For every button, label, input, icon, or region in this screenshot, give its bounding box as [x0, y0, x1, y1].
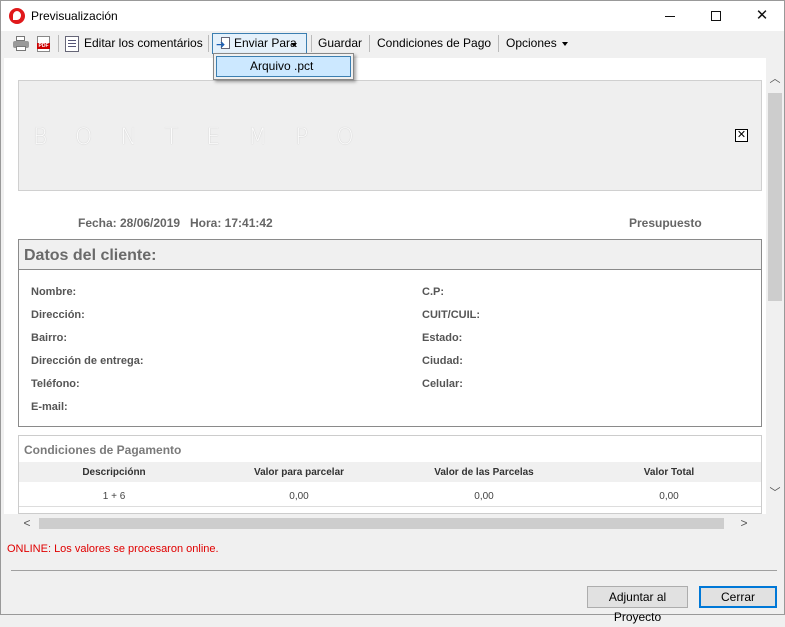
horizontal-scroll-thumb[interactable]: [39, 518, 724, 529]
send-to-label: Enviar Para: [234, 36, 297, 50]
vertical-scrollbar[interactable]: ︿ ﹀: [766, 71, 784, 514]
document-time: Hora: 17:41:42: [190, 216, 273, 230]
field-neighborhood-label: Bairro:: [31, 332, 68, 344]
row-divider: [19, 506, 761, 507]
field-name-label: Nombre:: [31, 286, 77, 298]
field-tax-id-label: CUIT/CUIL:: [422, 309, 481, 321]
table-cell: 0,00: [289, 491, 309, 502]
field-state-label: Estado:: [422, 332, 463, 344]
toolbar-separator: [369, 35, 370, 52]
title-bar: Previsualización ✕: [1, 1, 784, 31]
client-data-section: Datos del cliente: Nombre: Dirección: Ba…: [18, 239, 762, 427]
close-button[interactable]: Cerrar: [699, 586, 777, 608]
field-address-label: Dirección:: [31, 309, 85, 321]
client-section-title: Datos del cliente:: [24, 247, 157, 264]
document-type: Presupuesto: [629, 216, 702, 230]
toolbar-separator: [208, 35, 209, 52]
scroll-right-icon[interactable]: >: [735, 514, 753, 533]
toolbar: PDF Editar los comentários ➔ Enviar Para…: [1, 31, 784, 56]
minimize-button[interactable]: [647, 1, 693, 31]
horizontal-scrollbar[interactable]: < >: [18, 514, 764, 533]
edit-comments-icon: [65, 36, 79, 52]
payment-conditions-title: Condiciones de Pagamento: [24, 443, 182, 457]
payment-conditions-section: Condiciones de Pagamento Descripciónn Va…: [18, 435, 762, 514]
document-date: Fecha: 28/06/2019: [78, 216, 181, 230]
chevron-down-icon: [291, 43, 297, 47]
maximize-button[interactable]: [693, 1, 739, 31]
column-header: Valor Total: [643, 467, 695, 478]
send-to-menu: Arquivo .pct: [213, 53, 354, 80]
save-button[interactable]: Guardar: [318, 35, 362, 52]
menu-item-pct-file[interactable]: Arquivo .pct: [216, 56, 351, 77]
preview-window: Previsualización ✕ PDF Editar los coment…: [0, 0, 785, 624]
scroll-down-icon[interactable]: ﹀: [766, 485, 784, 502]
field-mobile-label: Celular:: [422, 378, 463, 390]
close-box-icon[interactable]: ✕: [735, 129, 748, 142]
attach-to-project-button[interactable]: Adjuntar al Proyecto: [587, 586, 688, 624]
table-cell: 1 + 6: [102, 491, 126, 502]
printer-icon[interactable]: [13, 36, 29, 51]
column-header: Valor para parcelar: [253, 467, 345, 478]
edit-comments-button[interactable]: Editar los comentários: [84, 35, 203, 52]
field-phone-label: Teléfono:: [31, 378, 80, 390]
toolbar-separator: [498, 35, 499, 52]
client-section-header: Datos del cliente:: [19, 240, 761, 270]
payment-conditions-button[interactable]: Condiciones de Pago: [377, 35, 491, 52]
company-logo: BONTEMPO: [33, 125, 382, 150]
minimize-icon: [665, 16, 675, 17]
window-title: Previsualización: [31, 9, 118, 23]
column-header: Descripciónn: [82, 467, 146, 478]
status-message: ONLINE: Los valores se procesaron online…: [7, 543, 219, 555]
column-header: Valor de las Parcelas: [434, 467, 534, 478]
payment-conditions-header-row: Descripciónn Valor para parcelar Valor d…: [19, 462, 761, 482]
options-menu-button[interactable]: Opciones: [506, 35, 568, 52]
window-close-button[interactable]: ✕: [739, 1, 785, 31]
options-label: Opciones: [506, 36, 557, 50]
scroll-up-icon[interactable]: ︿: [766, 71, 784, 88]
document-header-band: BONTEMPO ✕: [18, 80, 762, 191]
pdf-icon[interactable]: PDF: [37, 36, 50, 52]
document-preview: BONTEMPO ✕ Fecha: 28/06/2019 Hora: 17:41…: [4, 58, 766, 514]
field-city-label: Ciudad:: [422, 355, 463, 367]
close-icon: ✕: [755, 7, 769, 24]
table-cell: 0,00: [659, 491, 679, 502]
toolbar-separator: [311, 35, 312, 52]
field-email-label: E-mail:: [31, 401, 68, 413]
field-delivery-address-label: Dirección de entrega:: [31, 355, 144, 367]
chevron-down-icon: [561, 41, 568, 46]
toolbar-separator: [58, 35, 59, 52]
table-cell: 0,00: [474, 491, 494, 502]
footer-divider: [11, 570, 777, 571]
send-to-button[interactable]: ➔ Enviar Para: [212, 33, 307, 54]
app-icon: [9, 8, 25, 24]
send-to-icon: ➔: [216, 37, 230, 51]
field-postal-code-label: C.P:: [422, 286, 444, 298]
maximize-icon: [711, 11, 721, 21]
vertical-scroll-thumb[interactable]: [768, 93, 782, 301]
scroll-left-icon[interactable]: <: [18, 514, 36, 533]
